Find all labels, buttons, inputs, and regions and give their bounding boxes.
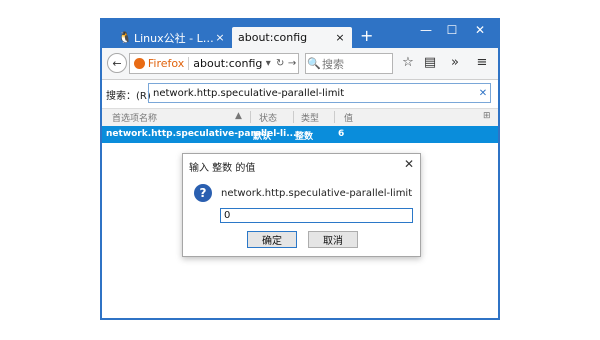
column-header-value[interactable]: 值 [344, 111, 353, 124]
window-close-icon[interactable]: ✕ [470, 23, 490, 37]
column-separator [334, 111, 335, 123]
new-tab-button[interactable]: + [360, 28, 373, 44]
filter-input[interactable]: network.http.speculative-parallel-limit … [148, 83, 491, 103]
value-input[interactable]: 0 [220, 208, 413, 223]
column-separator [250, 111, 251, 123]
column-header: 首选项名称 ▲ 状态 类型 值 ⊞ [102, 108, 498, 127]
column-header-status[interactable]: 状态 [259, 111, 277, 124]
reload-icon[interactable]: ↻ [274, 58, 286, 69]
search-icon: 🔍 [307, 57, 321, 70]
url-separator [188, 57, 190, 70]
sort-ascending-icon: ▲ [235, 111, 242, 121]
arrow-left-icon: ← [112, 56, 122, 70]
clear-filter-icon[interactable]: ✕ [476, 88, 490, 99]
filter-label: 搜索：(R) [106, 91, 151, 102]
column-picker-icon[interactable]: ⊞ [483, 111, 491, 121]
tab-bar: 🐧 Linux公社 - Linux... × about:config × + … [102, 19, 498, 48]
identity-label: Firefox [147, 57, 185, 70]
url-text: about:config [193, 57, 263, 70]
question-icon: ? [194, 184, 212, 202]
row-type: 整数 [295, 132, 314, 142]
search-placeholder: 搜索 [322, 57, 344, 71]
bookmark-star-icon[interactable]: ☆ [400, 56, 416, 70]
overflow-icon[interactable]: » [447, 56, 463, 70]
minimize-icon[interactable]: — [416, 23, 436, 37]
penguin-icon: 🐧 [118, 31, 132, 44]
filter-value: network.http.speculative-parallel-limit [153, 87, 345, 99]
row-status: 默认 [253, 132, 272, 142]
tab-about-config[interactable]: about:config × [232, 27, 352, 48]
column-header-type[interactable]: 类型 [301, 111, 319, 124]
cancel-button[interactable]: 取消 [308, 231, 358, 248]
filter-row: 搜索：(R) network.http.speculative-parallel… [102, 80, 498, 106]
tab-linux-gongshe[interactable]: 🐧 Linux公社 - Linux... × [112, 27, 232, 48]
navigation-bar: ← Firefox about:config ▾ ↻ → 🔍 搜索 ☆ ▤ » … [102, 48, 498, 80]
row-value: 6 [338, 129, 345, 139]
column-header-name[interactable]: 首选项名称 [112, 111, 157, 124]
hamburger-menu-icon[interactable]: ≡ [474, 56, 490, 70]
tab-close-icon[interactable]: × [214, 31, 226, 44]
dialog-prompt: network.http.speculative-parallel-limit [221, 188, 413, 199]
forward-icon[interactable]: → [286, 58, 298, 69]
column-separator [293, 111, 294, 123]
reading-list-icon[interactable]: ▤ [422, 56, 438, 70]
back-button[interactable]: ← [107, 53, 127, 73]
tab-label: about:config [238, 31, 308, 44]
ok-button[interactable]: 确定 [247, 231, 297, 248]
search-box[interactable]: 🔍 搜索 [305, 53, 393, 74]
integer-value-dialog: 输入 整数 的值 ✕ ? network.http.speculative-pa… [182, 153, 421, 257]
tab-label: Linux公社 - Linux... [134, 31, 214, 45]
tab-close-icon[interactable]: × [334, 31, 346, 44]
dropdown-icon[interactable]: ▾ [262, 58, 274, 69]
firefox-logo-icon [134, 58, 145, 69]
dialog-title: 输入 整数 的值 [189, 163, 256, 174]
table-row[interactable]: network.http.speculative-parallel-li... … [102, 126, 498, 143]
dialog-close-icon[interactable]: ✕ [404, 157, 414, 171]
maximize-icon[interactable]: ☐ [442, 23, 462, 37]
url-bar[interactable]: Firefox about:config ▾ ↻ → [129, 53, 299, 74]
